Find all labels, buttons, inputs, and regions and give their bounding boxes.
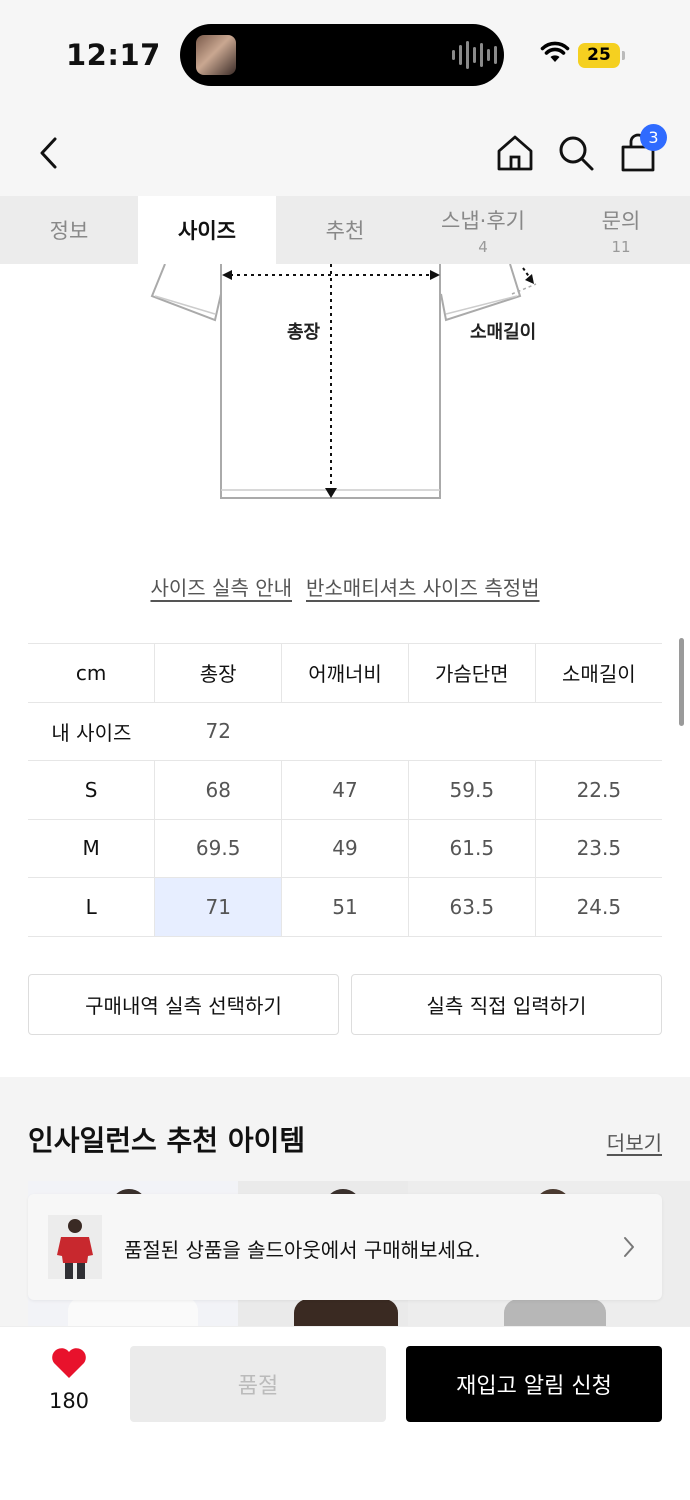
tab-label: 스냅·후기 [441, 208, 525, 233]
status-bar: 12:17 25 [0, 0, 690, 110]
table-cell: 72 [154, 702, 282, 761]
like-button[interactable]: 180 [38, 1347, 100, 1413]
table-cell: 49 [281, 819, 409, 878]
table-header-row: cm 총장 어깨너비 가슴단면 소매길이 [28, 643, 662, 703]
chevron-right-icon [624, 1237, 634, 1257]
home-button[interactable] [490, 128, 540, 178]
row-label: 내 사이즈 [28, 702, 155, 761]
row-label: M [28, 819, 155, 878]
tab-label: 추천 [325, 219, 365, 243]
table-cell [408, 702, 536, 761]
column-header: 가슴단면 [407, 643, 536, 703]
table-cell: 22.5 [534, 760, 662, 820]
table-cell: 51 [281, 877, 409, 937]
table-cell: 23.5 [534, 819, 662, 878]
battery-tip [622, 51, 625, 60]
toast-message: 품절된 상품을 솔드아웃에서 구매해보세요. [124, 1238, 481, 1262]
wifi-icon [540, 41, 570, 62]
table-cell: 68 [154, 760, 282, 820]
model-body [294, 1299, 398, 1327]
status-time: 12:17 [66, 38, 161, 72]
soldout-button[interactable]: 품절 [130, 1346, 386, 1422]
column-header: 총장 [154, 643, 282, 703]
tab-qna[interactable]: 문의 11 [552, 196, 690, 264]
model-body [504, 1299, 606, 1327]
like-count: 180 [48, 1389, 90, 1413]
now-playing-artwork [196, 35, 236, 75]
column-header: 어깨너비 [281, 643, 409, 703]
purchase-bar: 180 품절 재입고 알림 신청 [0, 1326, 690, 1500]
restock-alert-button[interactable]: 재입고 알림 신청 [406, 1346, 662, 1422]
battery-indicator: 25 [578, 43, 620, 68]
soldout-toast[interactable]: 품절된 상품을 솔드아웃에서 구매해보세요. [28, 1194, 662, 1300]
table-row: M 69.5 49 61.5 23.5 [28, 819, 662, 878]
home-icon [497, 135, 533, 171]
size-table: cm 총장 어깨너비 가슴단면 소매길이 내 사이즈 72 S 68 47 59… [28, 643, 662, 937]
length-label: 총장 [287, 322, 321, 343]
dynamic-island[interactable] [180, 24, 504, 86]
tab-size[interactable]: 사이즈 [138, 196, 276, 264]
more-link[interactable]: 더보기 [607, 1127, 662, 1156]
tab-label: 문의 [601, 208, 641, 233]
unit-header: cm [28, 643, 155, 703]
audio-wave-icon [452, 40, 497, 70]
model-figure [57, 1219, 93, 1279]
table-row: L 71 51 63.5 24.5 [28, 877, 662, 937]
table-cell: 47 [281, 760, 409, 820]
select-from-purchases-button[interactable]: 구매내역 실측 선택하기 [28, 974, 339, 1035]
manual-input-button[interactable]: 실측 직접 입력하기 [351, 974, 662, 1035]
column-header: 소매길이 [534, 643, 662, 703]
model-body [68, 1297, 198, 1327]
tshirt-diagram [150, 264, 537, 499]
back-button[interactable] [24, 128, 74, 178]
recommend-title: 인사일런스 추천 아이템 [28, 1124, 306, 1157]
table-cell: 63.5 [407, 877, 536, 937]
scroll-indicator[interactable] [679, 638, 684, 726]
my-size-row[interactable]: 내 사이즈 72 [28, 702, 662, 761]
size-guide-links: 사이즈 실측 안내 반소매티셔츠 사이즈 측정법 [0, 572, 690, 601]
row-label: S [28, 760, 155, 820]
top-nav: 3 [0, 110, 690, 196]
tab-count: 4 [478, 237, 488, 256]
measure-method-link[interactable]: 반소매티셔츠 사이즈 측정법 [306, 572, 540, 601]
product-tabs: 정보 사이즈 추천 스냅·후기 4 문의 11 [0, 196, 690, 264]
measure-actions: 구매내역 실측 선택하기 실측 직접 입력하기 [28, 974, 662, 1035]
sleeve-label: 소매길이 [470, 322, 537, 343]
table-cell: 61.5 [407, 819, 536, 878]
tab-label: 사이즈 [178, 219, 236, 243]
cart-count-badge: 3 [640, 124, 667, 151]
measure-guide-link[interactable]: 사이즈 실측 안내 [150, 572, 292, 601]
table-cell [535, 702, 662, 761]
table-cell: 24.5 [534, 877, 662, 937]
search-button[interactable] [551, 128, 601, 178]
tab-label: 정보 [49, 219, 89, 243]
heart-icon [52, 1348, 86, 1378]
tab-info[interactable]: 정보 [0, 196, 138, 264]
tab-recommend[interactable]: 추천 [276, 196, 414, 264]
table-cell [281, 702, 409, 761]
search-icon [559, 136, 594, 171]
cart-button[interactable]: 3 [613, 124, 667, 178]
tab-count: 11 [611, 237, 631, 256]
highlighted-cell: 71 [154, 877, 282, 937]
row-label: L [28, 877, 155, 937]
table-cell: 69.5 [154, 819, 282, 878]
table-cell: 59.5 [407, 760, 536, 820]
tab-reviews[interactable]: 스냅·후기 4 [414, 196, 552, 264]
size-diagram: 총장 소매길이 [0, 264, 690, 524]
chevron-left-icon [40, 137, 57, 169]
product-thumbnail [48, 1215, 102, 1279]
table-row: S 68 47 59.5 22.5 [28, 760, 662, 820]
